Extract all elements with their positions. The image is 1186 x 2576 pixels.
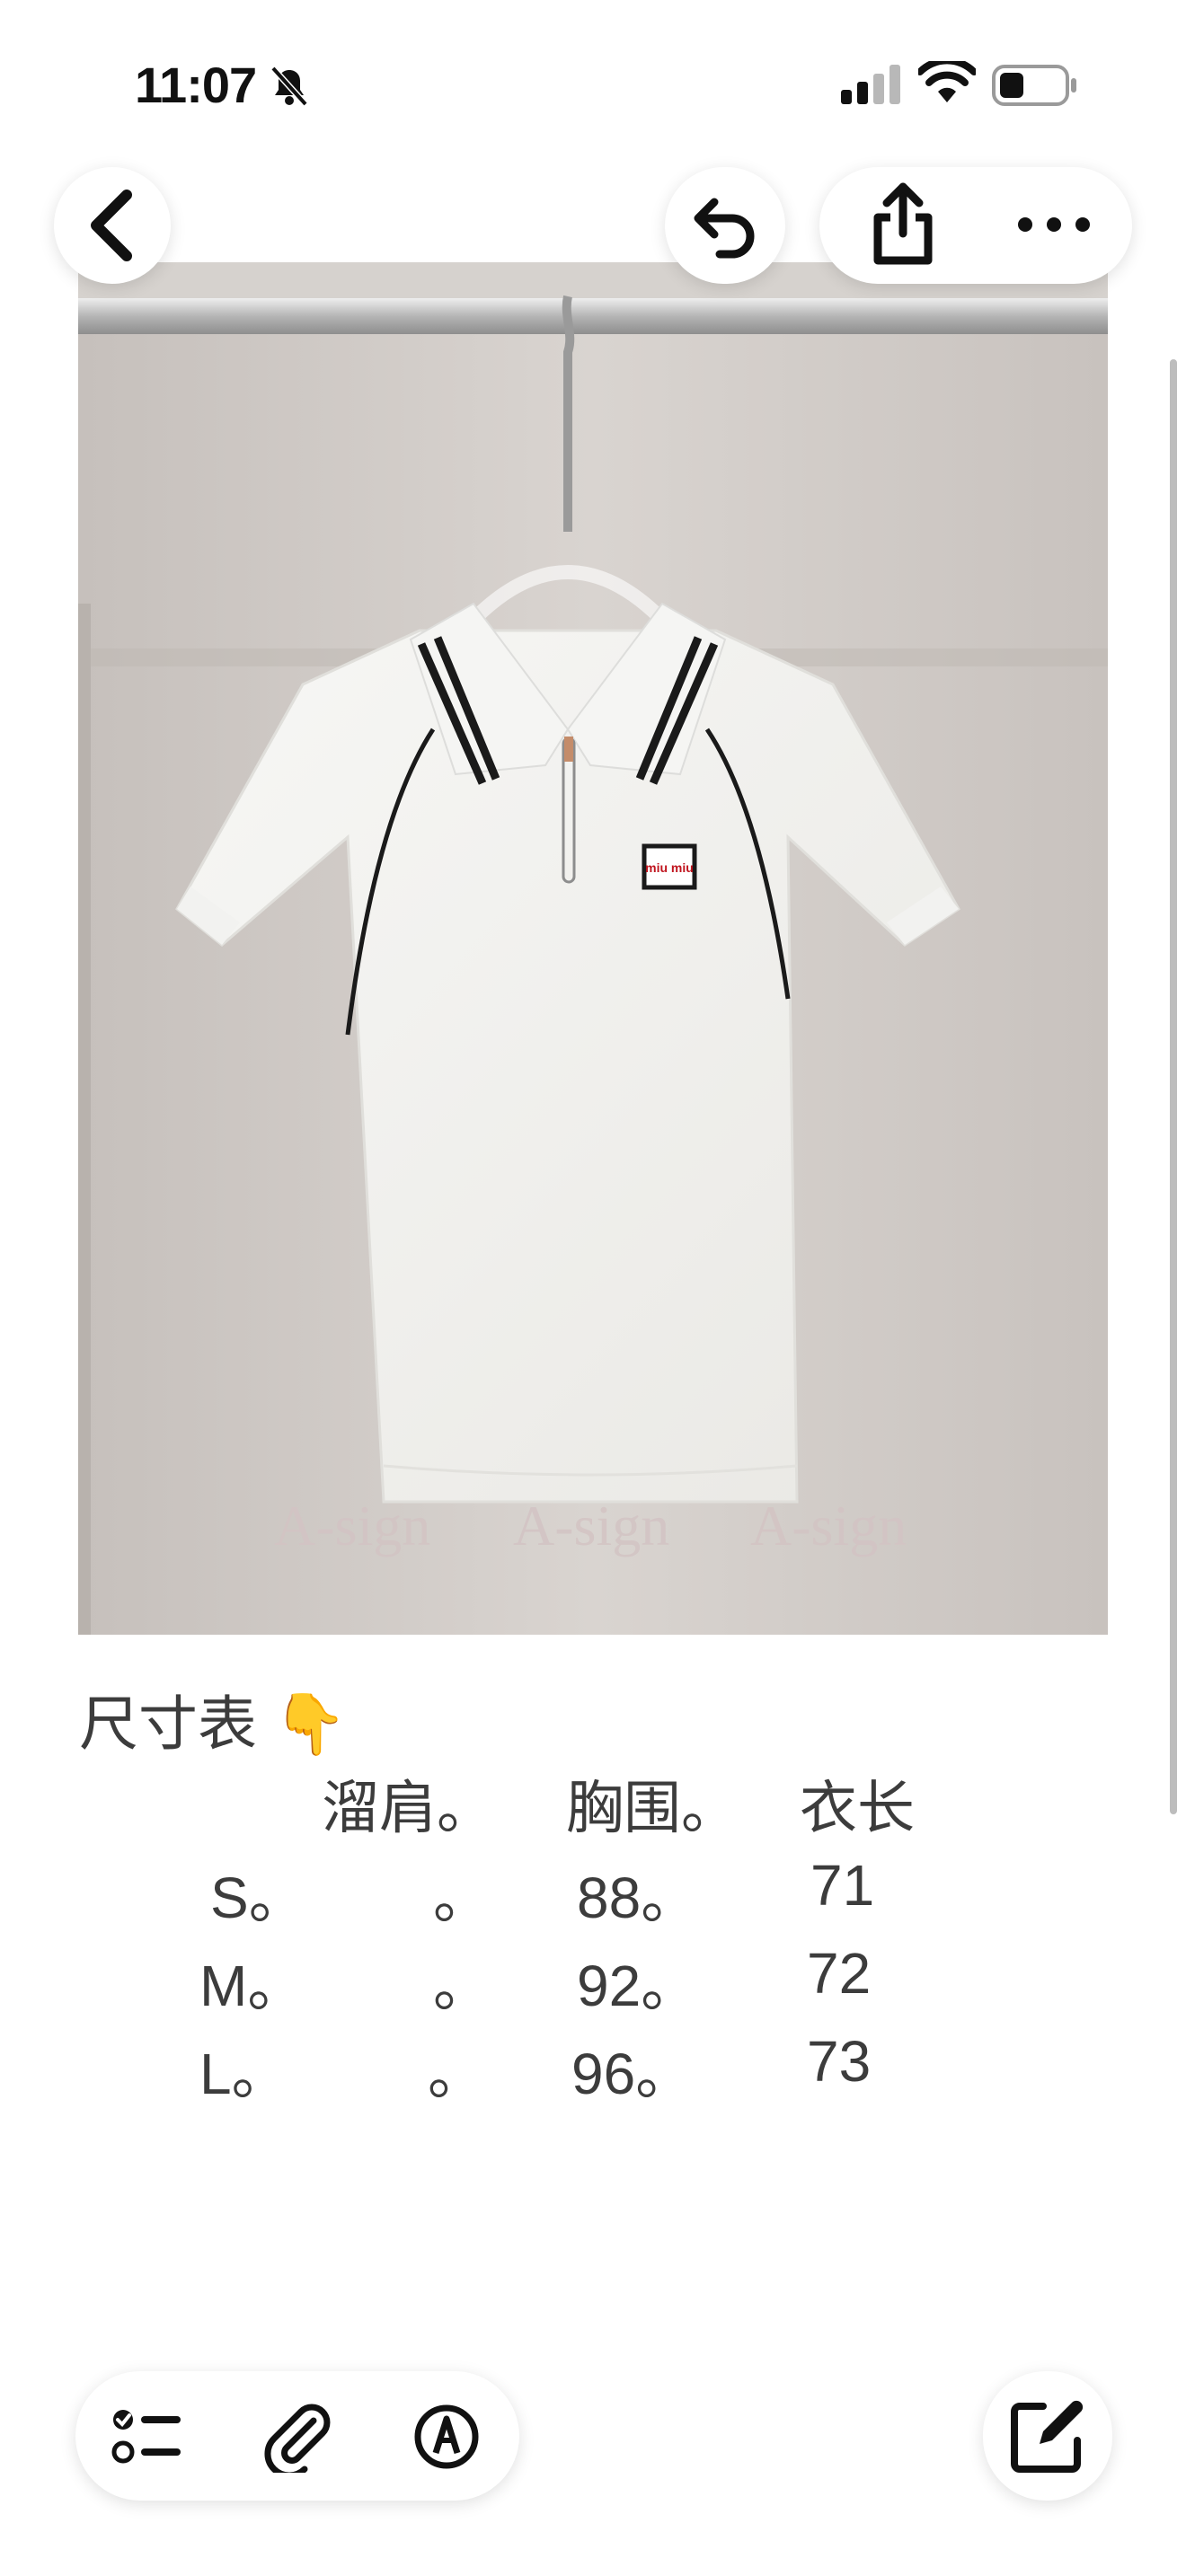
note-title: 尺寸表 👇 [79,1690,348,1757]
row-m-length: 72 [807,1941,872,2006]
checklist-icon [111,2410,181,2464]
status-time: 11:07 [135,57,257,113]
paperclip-icon [264,2404,331,2473]
header-chest: 胸围。 [566,1776,739,1840]
compose-icon [1011,2400,1084,2473]
share-icon [873,182,933,265]
checklist-button[interactable] [106,2396,187,2477]
row-l-chest: 96。 [571,2042,694,2106]
watermark-1: A-sign [274,1494,431,1557]
chevron-left-icon [91,190,132,261]
battery-icon [992,65,1076,106]
compose-button[interactable] [983,2371,1112,2501]
markup-button[interactable] [406,2396,487,2477]
header-shoulder: 溜肩。 [322,1776,494,1840]
row-l-length: 73 [807,2029,872,2094]
undo-button[interactable] [665,167,785,284]
share-more-group [819,167,1132,284]
undo-icon [694,198,755,259]
row-m-shoulder: 。 [433,1954,491,2018]
brand-logo-text: miu miu [645,860,694,875]
bottom-toolbar [75,2371,519,2501]
watermark-2: A-sign [513,1494,670,1557]
product-photo[interactable]: miu miu A-sign A-sign A-sign [78,262,1108,1635]
markup-pen-icon [414,2404,479,2469]
ellipsis-icon [1018,217,1090,232]
header-length: 衣长 [800,1776,915,1840]
attachment-button[interactable] [257,2396,338,2477]
row-s-shoulder: 。 [433,1866,491,1930]
row-m-chest: 92。 [577,1954,699,2018]
bell-slash-icon [270,66,308,107]
row-l-shoulder: 。 [428,2042,485,2106]
back-button[interactable] [54,167,171,284]
polo-dress-image: miu miu [78,262,1108,1635]
row-s-length: 71 [810,1853,875,1918]
share-button[interactable] [854,180,952,269]
row-s-chest: 88。 [577,1866,699,1930]
cellular-signal-icon [841,65,900,104]
scrollbar[interactable] [1170,359,1177,1814]
more-button[interactable] [1005,180,1103,269]
wifi-icon [918,61,976,102]
row-s-size: S。 [210,1866,306,1930]
watermark-3: A-sign [750,1494,907,1557]
status-bar: 11:07 [0,0,1186,162]
row-l-size: L。 [199,2042,289,2106]
row-m-size: M。 [199,1954,305,2018]
